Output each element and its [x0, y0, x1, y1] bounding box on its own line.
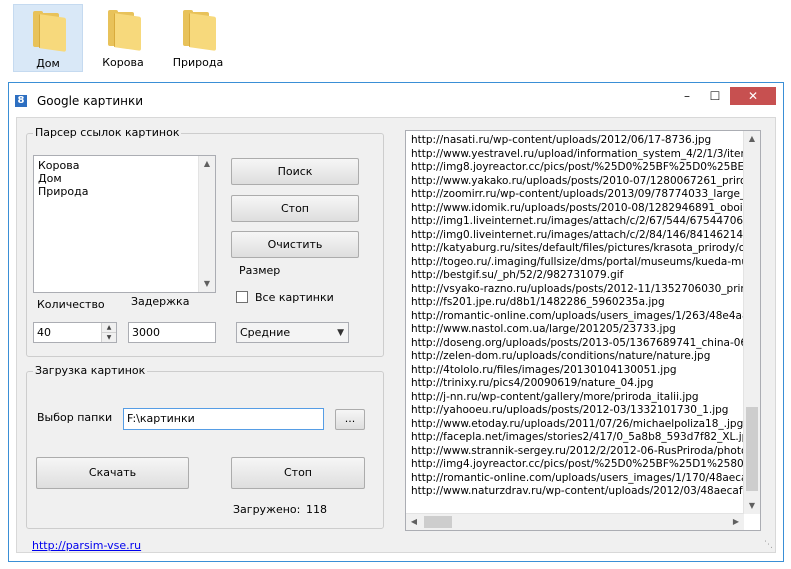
clear-button[interactable]: Очистить [231, 231, 359, 258]
url-list-item[interactable]: http://vsyako-razno.ru/uploads/posts/201… [411, 283, 748, 297]
url-list-item[interactable]: http://fs201.jpe.ru/d8b1/1482286_5960235… [411, 296, 748, 310]
folder-icon [106, 10, 141, 51]
url-list-item[interactable]: http://yahooeu.ru/uploads/posts/2012-03/… [411, 404, 748, 418]
url-list-item[interactable]: http://www.nastol.com.ua/large/201205/23… [411, 323, 748, 337]
url-list-item[interactable]: http://www.naturzdrav.ru/wp-content/uplo… [411, 485, 748, 499]
browse-folder-button[interactable]: ... [335, 409, 365, 430]
url-list-horizontal-scrollbar[interactable]: ◀ ▶ [406, 513, 744, 530]
url-list-item[interactable]: http://doseng.org/uploads/posts/2013-05/… [411, 337, 748, 351]
url-list-item[interactable]: http://nasati.ru/wp-content/uploads/2012… [411, 134, 748, 148]
url-list-item[interactable]: http://img0.liveinternet.ru/images/attac… [411, 229, 748, 243]
count-spin-buttons[interactable]: ▲ ▼ [101, 323, 116, 342]
download-stop-button[interactable]: Стоп [231, 457, 365, 489]
desktop-folder-label: Природа [172, 56, 224, 69]
window-client-area: Парсер ссылок картинок Корова Дом Природ… [16, 117, 776, 553]
scroll-down-icon[interactable]: ▼ [744, 498, 760, 514]
count-stepper[interactable]: 40 ▲ ▼ [33, 322, 117, 343]
url-list-item[interactable]: http://img1.liveinternet.ru/images/attac… [411, 215, 748, 229]
desktop-folder-priroda[interactable]: Природа [163, 4, 233, 72]
size-label: Размер [239, 264, 281, 277]
app-icon: 8 [15, 95, 27, 107]
parser-stop-button[interactable]: Стоп [231, 195, 359, 222]
scroll-thumb[interactable] [424, 516, 452, 528]
query-listbox-scrollbar[interactable]: ▲ ▼ [198, 156, 215, 292]
resize-grip-icon[interactable]: ⋱ [764, 540, 773, 550]
url-list-item[interactable]: http://www.yakako.ru/uploads/posts/2010-… [411, 175, 748, 189]
url-list-item[interactable]: http://img8.joyreactor.cc/pics/post/%25D… [411, 161, 748, 175]
url-list-item[interactable]: http://togeo.ru/.imaging/fullsize/dms/po… [411, 256, 748, 270]
url-list-item[interactable]: http://trinixy.ru/pics4/20090619/nature_… [411, 377, 748, 391]
size-select[interactable]: Средние ▼ [236, 322, 349, 343]
scroll-up-icon[interactable]: ▲ [199, 156, 215, 172]
desktop-folder-label: Дом [36, 57, 60, 70]
folder-icon [181, 10, 216, 51]
maximize-button[interactable]: ☐ [702, 87, 728, 105]
close-button[interactable]: ✕ [730, 87, 776, 105]
all-images-checkbox[interactable] [236, 291, 248, 303]
url-list-item[interactable]: http://zelen-dom.ru/uploads/conditions/n… [411, 350, 748, 364]
url-list-item[interactable]: http://bestgif.su/_ph/52/2/982731079.gif [411, 269, 748, 283]
url-list-item[interactable]: http://zoomirr.ru/wp-content/uploads/201… [411, 188, 748, 202]
url-list-item[interactable]: http://www.etoday.ru/uploads/2011/07/26/… [411, 418, 748, 432]
url-list-item[interactable]: http://www.strannik-sergey.ru/2012/2/201… [411, 445, 748, 459]
folder-label: Выбор папки [37, 411, 113, 424]
all-images-label: Все картинки [255, 291, 334, 304]
loaded-label: Загружено: [233, 503, 301, 516]
search-button[interactable]: Поиск [231, 158, 359, 185]
query-listbox[interactable]: Корова Дом Природа ▲ ▼ [33, 155, 216, 293]
spin-up-icon[interactable]: ▲ [102, 323, 116, 333]
url-list-item[interactable]: http://4tololo.ru/files/images/201301041… [411, 364, 748, 378]
minimize-button[interactable]: – [674, 87, 700, 105]
download-button[interactable]: Скачать [36, 457, 189, 489]
query-item[interactable]: Природа [38, 185, 211, 198]
url-list-item[interactable]: http://facepla.net/images/stories2/417/0… [411, 431, 748, 445]
spin-down-icon[interactable]: ▼ [102, 333, 116, 343]
count-label: Количество [37, 298, 105, 311]
url-list-item[interactable]: http://img4.joyreactor.cc/pics/post/%25D… [411, 458, 748, 472]
size-select-value: Средние [240, 326, 291, 339]
query-item[interactable]: Корова [38, 159, 211, 172]
count-value: 40 [37, 326, 51, 339]
scroll-down-icon[interactable]: ▼ [199, 276, 215, 292]
scroll-left-icon[interactable]: ◀ [406, 514, 422, 530]
chevron-down-icon[interactable]: ▼ [337, 323, 344, 342]
desktop-folder-dom[interactable]: Дом [13, 4, 83, 72]
download-group-title: Загрузка картинок [33, 364, 148, 377]
url-list-item[interactable]: http://romantic-online.com/uploads/users… [411, 310, 748, 324]
query-item[interactable]: Дом [38, 172, 211, 185]
url-list-item[interactable]: http://romantic-online.com/uploads/users… [411, 472, 748, 486]
url-list-item[interactable]: http://j-nn.ru/wp-content/gallery/more/p… [411, 391, 748, 405]
scroll-thumb[interactable] [746, 407, 758, 491]
scroll-right-icon[interactable]: ▶ [728, 514, 744, 530]
window-title: Google картинки [37, 94, 144, 108]
title-bar[interactable]: 8 Google картинки – ☐ ✕ [9, 83, 783, 117]
scroll-up-icon[interactable]: ▲ [744, 131, 760, 147]
url-list-item[interactable]: http://www.idomik.ru/uploads/posts/2010-… [411, 202, 748, 216]
delay-label: Задержка [131, 295, 190, 308]
url-list-item[interactable]: http://www.yestravel.ru/upload/informati… [411, 148, 748, 162]
delay-input[interactable]: 3000 [128, 322, 216, 343]
parser-group-title: Парсер ссылок картинок [33, 126, 182, 139]
app-window: 8 Google картинки – ☐ ✕ Парсер ссылок ка… [8, 82, 784, 562]
url-list[interactable]: http://nasati.ru/wp-content/uploads/2012… [405, 130, 761, 531]
site-link[interactable]: http://parsim-vse.ru [32, 539, 141, 552]
download-group: Загрузка картинок [26, 364, 384, 529]
desktop-folder-korova[interactable]: Корова [88, 4, 158, 72]
url-list-item[interactable]: http://katyaburg.ru/sites/default/files/… [411, 242, 748, 256]
url-list-vertical-scrollbar[interactable]: ▲ ▼ [743, 131, 760, 514]
loaded-count: 118 [306, 503, 327, 516]
desktop-folder-label: Корова [102, 56, 144, 69]
folder-icon [31, 11, 66, 52]
folder-path-input[interactable]: F:\картинки [123, 408, 324, 430]
